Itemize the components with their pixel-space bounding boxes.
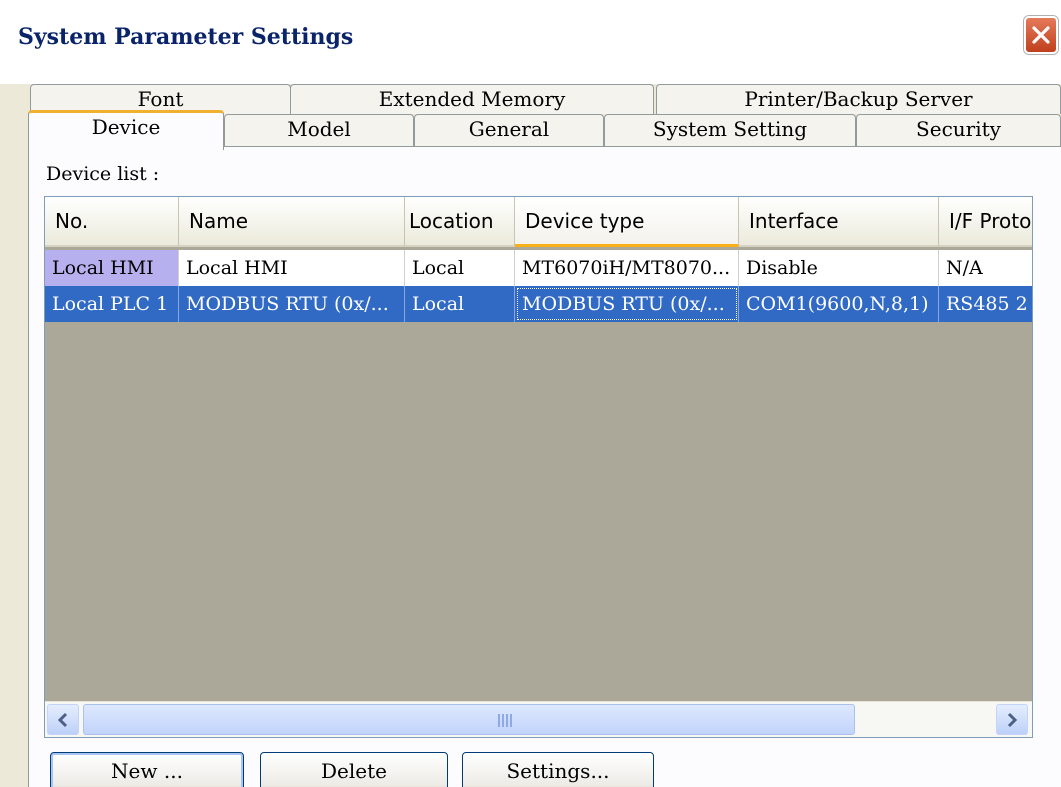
column-header-location[interactable]: Location [405, 197, 515, 247]
tab-security[interactable]: Security [856, 114, 1061, 146]
cell-device-type: MT6070iH/MT8070... [515, 250, 739, 286]
arrow-left-icon [57, 712, 68, 728]
close-button[interactable] [1024, 16, 1058, 54]
delete-button[interactable]: Delete [260, 752, 448, 787]
horizontal-scrollbar[interactable] [45, 701, 1032, 737]
new-button[interactable]: New ... [50, 752, 244, 787]
scroll-right-button[interactable] [996, 704, 1028, 735]
column-header-if-protocol[interactable]: I/F Proto [939, 197, 1032, 247]
device-list-table[interactable]: No. Name Location Device type Interface … [44, 196, 1033, 738]
cell-name: MODBUS RTU (0x/... [179, 286, 405, 322]
tab-extended-memory[interactable]: Extended Memory [290, 84, 654, 114]
settings-button[interactable]: Settings... [462, 752, 654, 787]
cell-location: Local [405, 250, 515, 286]
cell-interface: COM1(9600,N,8,1) [739, 286, 939, 322]
device-list-label: Device list : [46, 163, 160, 185]
scrollbar-thumb[interactable] [83, 704, 855, 735]
cell-if-protocol: N/A [939, 250, 1032, 286]
title-bar: System Parameter Settings [0, 0, 1061, 84]
column-header-interface[interactable]: Interface [739, 197, 939, 247]
cell-name: Local HMI [179, 250, 405, 286]
cell-if-protocol: RS485 2 [939, 286, 1032, 322]
table-row[interactable]: Local HMI Local HMI Local MT6070iH/MT807… [45, 250, 1032, 286]
tab-printer-backup-server[interactable]: Printer/Backup Server [656, 84, 1061, 114]
grip-icon [498, 714, 514, 727]
cell-location: Local [405, 286, 515, 322]
close-icon [1032, 26, 1050, 44]
column-header-device-type[interactable]: Device type [515, 197, 739, 247]
arrow-right-icon [1007, 712, 1018, 728]
window-title: System Parameter Settings [18, 24, 354, 50]
tab-device[interactable]: Device [28, 110, 224, 150]
tab-model[interactable]: Model [224, 114, 414, 146]
cell-no: Local HMI [45, 250, 179, 286]
scroll-left-button[interactable] [47, 704, 79, 735]
system-parameter-settings-dialog: System Parameter Settings Font Extended … [0, 0, 1061, 787]
table-row-selected[interactable]: Local PLC 1 MODBUS RTU (0x/... Local MOD… [45, 286, 1032, 322]
column-header-name[interactable]: Name [179, 197, 405, 247]
cell-interface: Disable [739, 250, 939, 286]
cell-device-type: MODBUS RTU (0x/... [515, 286, 739, 322]
table-header: No. Name Location Device type Interface … [45, 197, 1032, 247]
tab-system-setting[interactable]: System Setting [604, 114, 856, 146]
tab-general[interactable]: General [414, 114, 604, 146]
column-header-no[interactable]: No. [45, 197, 179, 247]
cell-no: Local PLC 1 [45, 286, 179, 322]
